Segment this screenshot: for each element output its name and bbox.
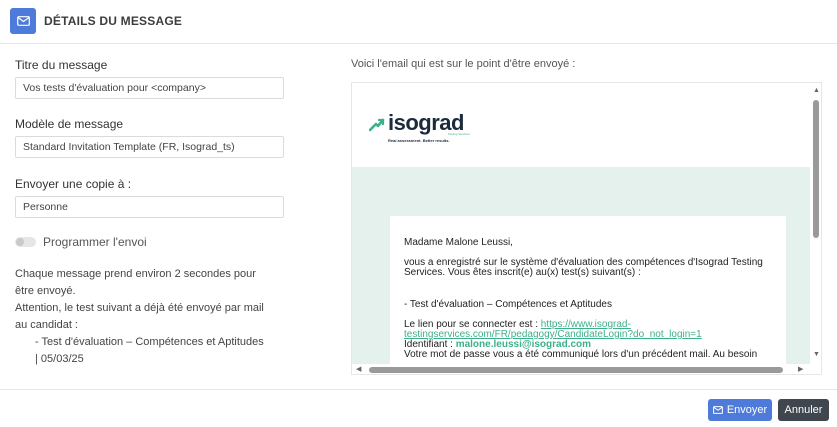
send-button[interactable]: Envoyer: [708, 399, 772, 421]
schedule-toggle-row: Programmer l'envoi: [15, 235, 147, 249]
vertical-scroll-thumb[interactable]: [813, 100, 819, 238]
email-intro: vous a enregistré sur le système d'évalu…: [404, 257, 763, 278]
subject-field[interactable]: Vos tests d'évaluation pour <company>: [15, 77, 284, 99]
cancel-button[interactable]: Annuler: [778, 399, 829, 421]
scroll-up-icon[interactable]: ▲: [813, 87, 820, 94]
cc-field[interactable]: Personne: [15, 196, 284, 218]
info-test-item: - Test d'évaluation – Compétences et Apt…: [35, 336, 264, 365]
preview-vertical-scrollbar[interactable]: ▲ ▼: [810, 83, 821, 364]
scroll-left-icon[interactable]: ◀: [356, 366, 361, 373]
info-warning: Attention, le test suivant a déjà été en…: [15, 302, 264, 331]
email-header: isograd Testing Services Real assessment…: [352, 83, 810, 167]
info-duration: Chaque message prend environ 2 secondes …: [15, 268, 256, 297]
preview-title: Voici l'email qui est sur le point d'êtr…: [351, 58, 576, 70]
template-select[interactable]: Standard Invitation Template (FR, Isogra…: [15, 136, 284, 158]
preview-horizontal-scrollbar[interactable]: ◀ ▶: [352, 364, 810, 374]
info-text: Chaque message prend environ 2 secondes …: [15, 266, 265, 368]
cc-label: Envoyer une copie à :: [15, 177, 132, 191]
modal-footer: Envoyer Annuler: [0, 389, 837, 427]
email-greeting: Madame Malone Leussi,: [404, 237, 513, 248]
schedule-toggle[interactable]: [15, 237, 36, 247]
modal-title: DÉTAILS DU MESSAGE: [44, 14, 183, 28]
email-body: Madame Malone Leussi, vous a enregistré …: [352, 167, 810, 374]
email-test-item: - Test d'évaluation – Compétences et Apt…: [404, 299, 612, 310]
toggle-knob: [16, 238, 24, 246]
logo-subtext: Testing Services: [448, 132, 470, 136]
subject-label: Titre du message: [15, 58, 108, 72]
logo-tagline: Real assessment. Better results.: [388, 138, 450, 143]
email-password-text: Votre mot de passe vous a été communiqué…: [404, 349, 758, 360]
schedule-label: Programmer l'envoi: [43, 235, 147, 249]
scroll-right-icon[interactable]: ▶: [798, 366, 803, 373]
email-link-row: Le lien pour se connecter est : https://…: [404, 320, 772, 340]
email-card: Madame Malone Leussi, vous a enregistré …: [390, 216, 786, 374]
envelope-icon: [10, 8, 36, 34]
envelope-icon: [712, 406, 723, 414]
template-label: Modèle de message: [15, 117, 124, 131]
email-preview: isograd Testing Services Real assessment…: [351, 82, 822, 375]
modal-header: DÉTAILS DU MESSAGE: [0, 0, 837, 44]
send-button-label: Envoyer: [726, 404, 768, 416]
horizontal-scroll-thumb[interactable]: [369, 367, 783, 373]
logo-arrow-icon: [369, 118, 385, 132]
scroll-down-icon[interactable]: ▼: [813, 351, 820, 358]
